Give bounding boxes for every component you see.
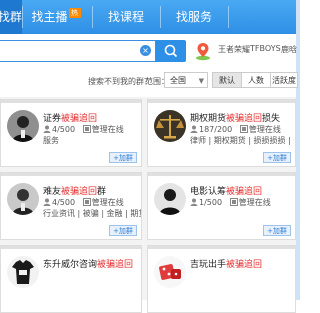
top-tab-bar: 找群 找主播热 找课程 找服务 [0, 0, 300, 34]
search-box[interactable]: × [0, 40, 156, 62]
tab-find-group-label: 找群 [0, 10, 22, 24]
chevron-down-icon: ▼ [198, 77, 204, 85]
avatar [7, 183, 39, 215]
scales-icon [154, 110, 186, 142]
tab-divider [228, 6, 229, 28]
tab-find-group[interactable]: 找群 [0, 0, 22, 34]
group-title[interactable]: 难友被骗追回群 [43, 184, 106, 197]
search-input[interactable] [0, 41, 138, 59]
avatar [7, 110, 39, 142]
group-grid: 证券被骗追回 4/500 管理在线 服务 +加群 期权期货被骗追回损失 187/… [0, 97, 296, 313]
group-tags: 服务 [43, 136, 59, 145]
card-top-bar [148, 100, 295, 103]
group-title[interactable]: 东升威尔咨询被骗追回 [43, 257, 133, 270]
tab-find-service[interactable]: 找服务 [161, 0, 227, 34]
join-group-button[interactable]: +加群 [109, 225, 137, 236]
sort-members-button[interactable]: 人数 [241, 72, 271, 88]
group-card[interactable]: 电影认筹被骗追回 1/500 管理在线 +加群 [147, 172, 296, 240]
members-icon [43, 198, 51, 206]
card-top-bar [148, 173, 295, 176]
avatar [154, 256, 186, 288]
sort-activity-button[interactable]: 活跃度 [270, 72, 298, 88]
filter-row: 搜索不到我的群？ 范围： 全国 ▼ 默认 人数 活跃度 [0, 70, 298, 94]
group-title[interactable]: 期权期货被骗追回损失 [190, 111, 280, 124]
tab-find-anchor[interactable]: 找主播热 [23, 0, 89, 34]
group-stats: 4/500 管理在线 [43, 124, 124, 135]
scope-value: 全国 [170, 76, 186, 85]
person-icon [7, 183, 39, 215]
scope-select[interactable]: 全国 ▼ [164, 72, 208, 88]
manager-icon [239, 125, 248, 133]
join-group-button[interactable]: +加群 [109, 152, 137, 163]
group-card[interactable]: 证券被骗追回 4/500 管理在线 服务 +加群 [0, 99, 142, 167]
group-tags: 行业资讯 | 被骗 | 金融 | 期货 [43, 209, 141, 218]
join-group-button[interactable]: +加群 [263, 152, 291, 163]
avatar [154, 183, 186, 215]
group-stats: 187/200 管理在线 [190, 124, 281, 135]
avatar [7, 256, 39, 288]
card-top-bar [1, 100, 141, 103]
shirt-icon [7, 256, 39, 288]
manager-icon [82, 198, 91, 206]
group-card[interactable]: 期权期货被骗追回损失 187/200 管理在线 律师 | 期权期货 | 损损损损… [147, 99, 296, 167]
group-card[interactable]: 吉玩出手被骗追回 [147, 245, 296, 313]
tab-find-anchor-label: 找主播 [31, 10, 68, 24]
avatar [154, 110, 186, 142]
card-top-bar [148, 246, 295, 249]
dice-icon [154, 256, 186, 288]
location-icon[interactable] [194, 41, 212, 61]
hot-word[interactable]: TFBOYS [250, 44, 281, 53]
members-icon [190, 198, 198, 206]
group-stats: 4/500 管理在线 [43, 197, 124, 208]
hot-word[interactable]: 王者荣耀 [218, 44, 250, 55]
tab-find-course[interactable]: 找课程 [93, 0, 159, 34]
card-top-bar [1, 173, 141, 176]
card-top-bar [1, 246, 141, 249]
group-tags: 律师 | 期权期货 | 损损损损 | 外汇 [190, 136, 294, 145]
group-title[interactable]: 证券被骗追回 [43, 111, 97, 124]
tab-find-service-label: 找服务 [175, 10, 212, 24]
group-card[interactable]: 难友被骗追回群 4/500 管理在线 行业资讯 | 被骗 | 金融 | 期货 +… [0, 172, 142, 240]
group-title[interactable]: 吉玩出手被骗追回 [190, 257, 262, 270]
hot-badge: 热 [68, 8, 81, 18]
not-found-link[interactable]: 搜索不到我的群？ [88, 76, 152, 87]
members-icon [190, 125, 198, 133]
group-stats: 1/500 管理在线 [190, 197, 271, 208]
hot-word[interactable]: 鹿晗 [281, 44, 297, 55]
search-icon [164, 44, 178, 58]
search-button[interactable] [156, 40, 186, 62]
person-icon [154, 183, 186, 215]
group-card[interactable]: 东升威尔咨询被骗追回 [0, 245, 142, 313]
clear-icon[interactable]: × [140, 45, 151, 56]
sort-default-button[interactable]: 默认 [212, 72, 242, 88]
person-icon [7, 110, 39, 142]
group-title[interactable]: 电影认筹被骗追回 [190, 184, 262, 197]
manager-icon [82, 125, 91, 133]
join-group-button[interactable]: +加群 [263, 225, 291, 236]
tab-find-course-label: 找课程 [107, 10, 144, 24]
manager-icon [229, 198, 238, 206]
members-icon [43, 125, 51, 133]
